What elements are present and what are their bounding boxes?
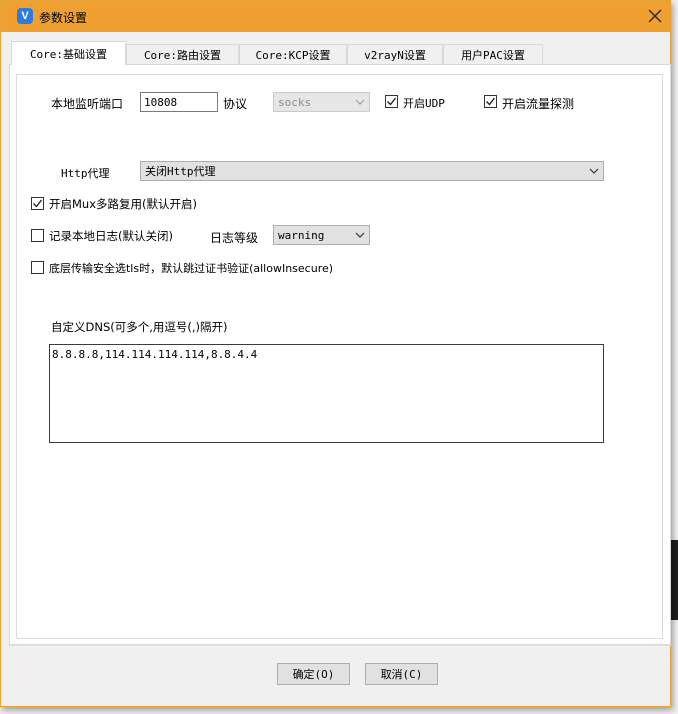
cancel-button[interactable]: 取消(C) — [365, 663, 438, 685]
http-proxy-label: Http代理 — [61, 167, 110, 180]
window-title: 参数设置 — [39, 11, 88, 25]
http-proxy-value: 关闭Http代理 — [145, 165, 216, 178]
ok-button[interactable]: 确定(O) — [277, 663, 350, 685]
tab-core-routing[interactable]: Core:路由设置 — [126, 44, 239, 64]
close-button[interactable] — [640, 2, 670, 30]
settings-dialog: V 参数设置 Core:基础设置 Core:路由设置 Core:KCP设置 v2… — [0, 0, 671, 707]
close-icon — [648, 9, 662, 23]
protocol-value: socks — [278, 95, 312, 109]
allow-insecure-label: 底层传输安全选tls时，默认跳过证书验证(allowInsecure) — [49, 262, 334, 275]
chevron-down-icon — [355, 232, 365, 238]
tab-core-basic[interactable]: Core:基础设置 — [11, 41, 126, 65]
http-proxy-select[interactable]: 关闭Http代理 — [140, 161, 604, 181]
sniffing-checkbox[interactable] — [484, 95, 497, 108]
tab-core-kcp[interactable]: Core:KCP设置 — [239, 44, 347, 64]
udp-checkbox[interactable] — [385, 95, 398, 108]
dns-label: 自定义DNS(可多个,用逗号(,)隔开) — [51, 320, 228, 334]
protocol-label: 协议 — [223, 97, 248, 111]
log-checkbox[interactable] — [31, 229, 44, 242]
checkmark-icon — [486, 97, 496, 106]
chevron-down-icon — [589, 168, 599, 174]
protocol-select[interactable]: socks — [273, 92, 370, 112]
log-label: 记录本地日志(默认关闭) — [49, 229, 173, 243]
log-level-select[interactable]: warning — [273, 225, 370, 245]
local-port-label: 本地监听端口 — [51, 97, 124, 111]
allow-insecure-checkbox[interactable] — [31, 261, 44, 274]
tab-user-pac[interactable]: 用户PAC设置 — [443, 44, 543, 64]
title-bar[interactable]: V 参数设置 — [1, 1, 670, 32]
footer-divider — [9, 645, 671, 646]
dns-textarea[interactable]: 8.8.8.8,114.114.114.114,8.8.4.4 — [49, 344, 604, 443]
udp-label: 开启UDP — [403, 97, 445, 110]
chevron-down-icon — [355, 99, 365, 105]
v2rayn-app-icon: V — [17, 8, 33, 24]
log-level-label: 日志等级 — [210, 231, 259, 245]
log-level-value: warning — [278, 228, 325, 242]
tab-v2rayn[interactable]: v2rayN设置 — [347, 44, 443, 64]
local-port-input[interactable] — [140, 92, 218, 112]
sniffing-label: 开启流量探测 — [502, 97, 575, 111]
checkmark-icon — [387, 97, 397, 106]
mux-checkbox[interactable] — [31, 197, 44, 210]
mux-label: 开启Mux多路复用(默认开启) — [49, 197, 197, 211]
checkmark-icon — [33, 199, 43, 208]
